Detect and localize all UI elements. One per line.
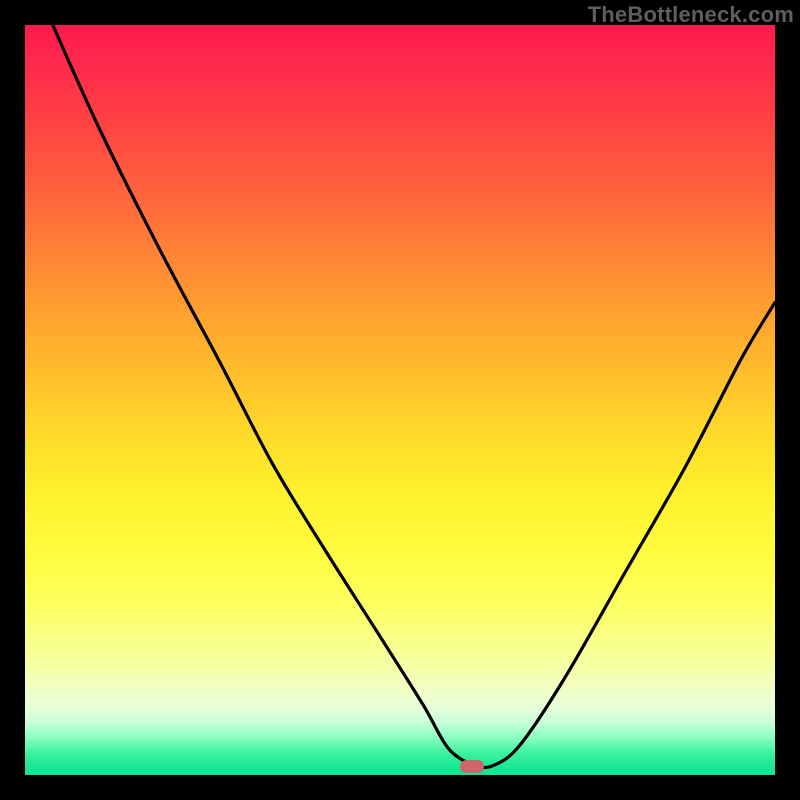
chart-frame: TheBottleneck.com xyxy=(0,0,800,800)
bottleneck-curve xyxy=(25,25,775,775)
optimal-marker xyxy=(460,760,484,773)
plot-area xyxy=(25,25,775,775)
